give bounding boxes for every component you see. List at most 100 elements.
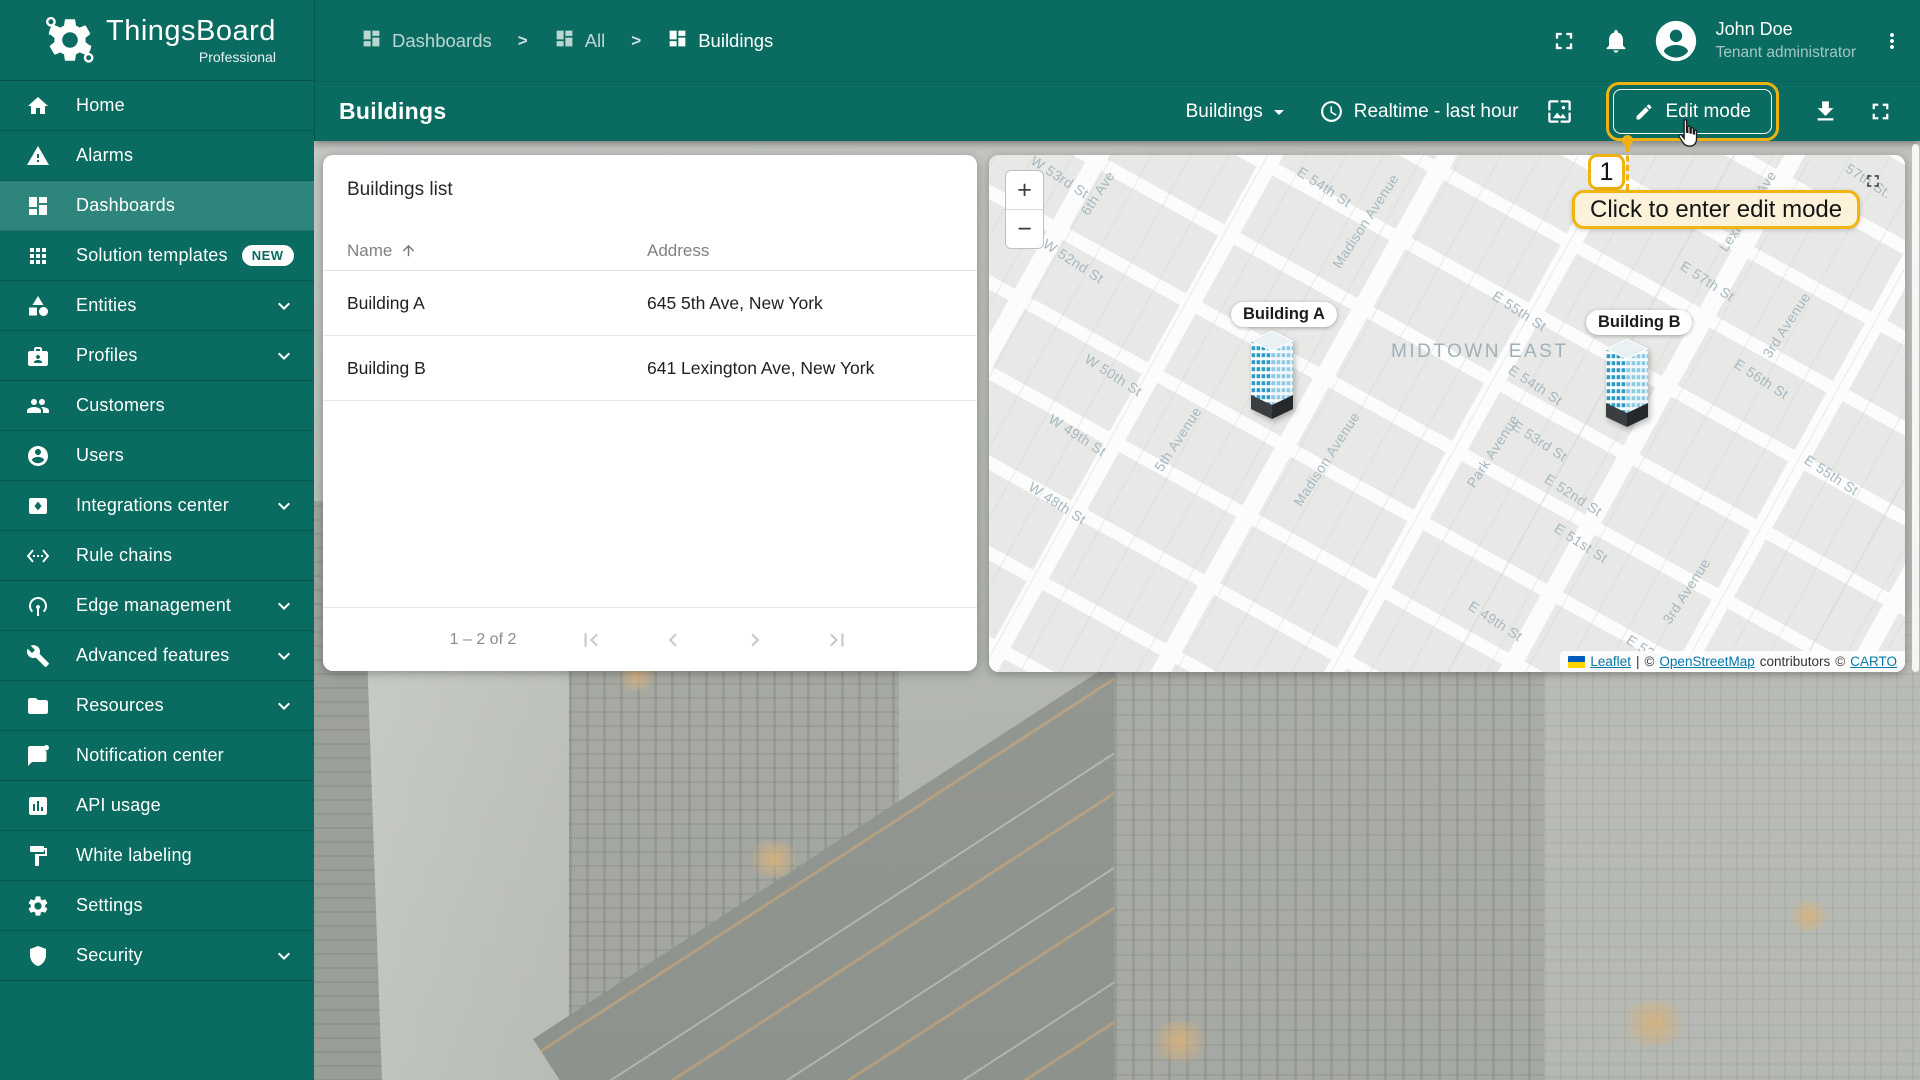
caret-down-icon: [1273, 109, 1284, 115]
chevron-left-icon[interactable]: [660, 627, 686, 653]
integration-icon: [26, 494, 50, 518]
chevron-down-icon: [272, 494, 296, 518]
page-scrollbar[interactable]: [1912, 144, 1919, 672]
image-gallery-icon[interactable]: [1546, 98, 1573, 125]
user-info[interactable]: John Doe Tenant administrator: [1716, 19, 1856, 62]
sidebar-item-advanced-features[interactable]: Advanced features: [0, 631, 314, 681]
sidebar-item-integrations-center[interactable]: Integrations center: [0, 481, 314, 531]
sidebar-item-notification-center[interactable]: Notification center: [0, 731, 314, 781]
breadcrumb-separator: >: [631, 30, 642, 50]
leaflet-link[interactable]: Leaflet: [1590, 654, 1631, 669]
sidebar-item-label: Home: [76, 95, 125, 115]
sidebar-item-home[interactable]: Home: [0, 81, 314, 131]
dashboard-state-select[interactable]: Buildings: [1186, 100, 1291, 124]
dashboard-toolbar: Buildings Buildings Realtime - last hour…: [314, 82, 1920, 141]
map-expand-icon[interactable]: [1863, 171, 1883, 191]
cell-name: Building A: [347, 292, 425, 313]
cell-address: 645 5th Ave, New York: [647, 292, 823, 313]
breadcrumb-item-all[interactable]: All: [554, 28, 605, 54]
carto-link[interactable]: CARTO: [1850, 654, 1897, 669]
sidebar-item-label: Solution templates: [76, 245, 228, 265]
sidebar-item-dashboards[interactable]: Dashboards: [0, 181, 314, 231]
antenna-icon: [26, 594, 50, 618]
people-icon: [26, 394, 50, 418]
app-root: ThingsBoard Professional Home Alarms Dashb…: [0, 0, 1920, 1080]
person-icon: [26, 444, 50, 468]
avatar[interactable]: [1654, 19, 1698, 63]
dashboard-title: Buildings: [339, 98, 447, 124]
sidebar-item-label: Edge management: [76, 595, 232, 615]
user-name: John Doe: [1715, 18, 1793, 39]
sidebar-item-users[interactable]: Users: [0, 431, 314, 481]
sidebar-item-label: Profiles: [76, 345, 138, 365]
map-marker-label-building-b[interactable]: Building B: [1586, 310, 1693, 335]
brand-logo[interactable]: ThingsBoard Professional: [0, 0, 314, 81]
attrib-sep: |: [1635, 654, 1640, 669]
chevron-down-icon: [272, 294, 296, 318]
sidebar-item-profiles[interactable]: Profiles: [0, 331, 314, 381]
sidebar-item-resources[interactable]: Resources: [0, 681, 314, 731]
breadcrumb-item-buildings[interactable]: Buildings: [667, 28, 773, 54]
attrib-copy: ©: [1644, 654, 1655, 669]
sidebar-item-label: Entities: [76, 295, 137, 315]
table-row-building-b[interactable]: Building B 641 Lexington Ave, New York: [323, 336, 977, 401]
sidebar-item-label: White labeling: [76, 845, 192, 865]
sidebar-item-security[interactable]: Security: [0, 931, 314, 981]
timewindow-button[interactable]: Realtime - last hour: [1319, 99, 1518, 124]
sidebar-item-api-usage[interactable]: API usage: [0, 781, 314, 831]
attrib-copy: ©: [1835, 654, 1846, 669]
table-header: Name Address: [323, 231, 977, 271]
fullscreen-icon[interactable]: [1550, 27, 1578, 55]
sidebar-item-label: Dashboards: [76, 195, 176, 215]
clock-icon: [1320, 101, 1342, 122]
osm-link[interactable]: OpenStreetMap: [1659, 654, 1754, 669]
brand-subtitle: Professional: [198, 48, 276, 65]
last-page-icon[interactable]: [824, 627, 850, 653]
chevron-down-icon: [272, 594, 296, 618]
notifications-bell-icon[interactable]: [1602, 27, 1630, 55]
sidebar-item-entities[interactable]: Entities: [0, 281, 314, 331]
sidebar-item-rule-chains[interactable]: Rule chains: [0, 531, 314, 581]
map-marker-building-icon-building-b[interactable]: [1604, 338, 1650, 432]
first-page-icon[interactable]: [578, 627, 604, 653]
cell-name: Building B: [347, 357, 426, 378]
paginator-range: 1 – 2 of 2: [449, 630, 517, 648]
download-icon[interactable]: [1812, 98, 1839, 125]
attrib-contrib: contributors: [1759, 654, 1831, 669]
breadcrumb-label: Buildings: [698, 29, 774, 51]
sidebar-item-edge-management[interactable]: Edge management: [0, 581, 314, 631]
buildings-list-widget: Buildings list Name Address Building A 64…: [323, 155, 977, 671]
more-vert-icon[interactable]: [1880, 27, 1904, 55]
breadcrumb-item-dashboards[interactable]: Dashboards: [361, 28, 492, 54]
zoom-in-button[interactable]: +: [1006, 171, 1043, 209]
chevron-down-icon: [272, 344, 296, 368]
map-viewport[interactable]: W 53rd St 6th Ave W 52nd St E 54th St W 50th…: [989, 155, 1905, 672]
column-header-name[interactable]: Name: [347, 241, 647, 261]
map-marker-building-icon-building-a[interactable]: [1249, 330, 1295, 424]
table-row-building-a[interactable]: Building A 645 5th Ave, New York: [323, 271, 977, 336]
paginator-buttons: [578, 627, 850, 653]
sidebar-item-solution-templates[interactable]: Solution templates NEW: [0, 231, 314, 281]
sidebar-item-label: Settings: [76, 895, 143, 915]
map-street-grid: [989, 155, 1905, 672]
chevron-right-icon[interactable]: [742, 627, 768, 653]
chevron-down-icon: [272, 644, 296, 668]
paint-icon: [26, 844, 50, 868]
column-header-address[interactable]: Address: [647, 241, 953, 261]
map-marker-label-building-a[interactable]: Building A: [1231, 302, 1337, 327]
sidebar-item-alarms[interactable]: Alarms: [0, 131, 314, 181]
cell-address: 641 Lexington Ave, New York: [647, 357, 875, 378]
rule-chain-icon: [26, 544, 50, 568]
sidebar-item-white-labeling[interactable]: White labeling: [0, 831, 314, 881]
pencil-icon: [1636, 103, 1652, 119]
edit-mode-button[interactable]: Edit mode: [1613, 89, 1772, 134]
new-badge: NEW: [241, 245, 294, 266]
sidebar-item-settings[interactable]: Settings: [0, 881, 314, 931]
chart-icon: [26, 794, 50, 818]
dashboard-icon: [361, 28, 382, 54]
brand-name: ThingsBoard: [106, 14, 276, 47]
sidebar-item-label: Integrations center: [76, 495, 229, 515]
zoom-out-button[interactable]: −: [1006, 210, 1043, 248]
fullscreen-dashboard-icon[interactable]: [1867, 98, 1894, 125]
sidebar-item-customers[interactable]: Customers: [0, 381, 314, 431]
